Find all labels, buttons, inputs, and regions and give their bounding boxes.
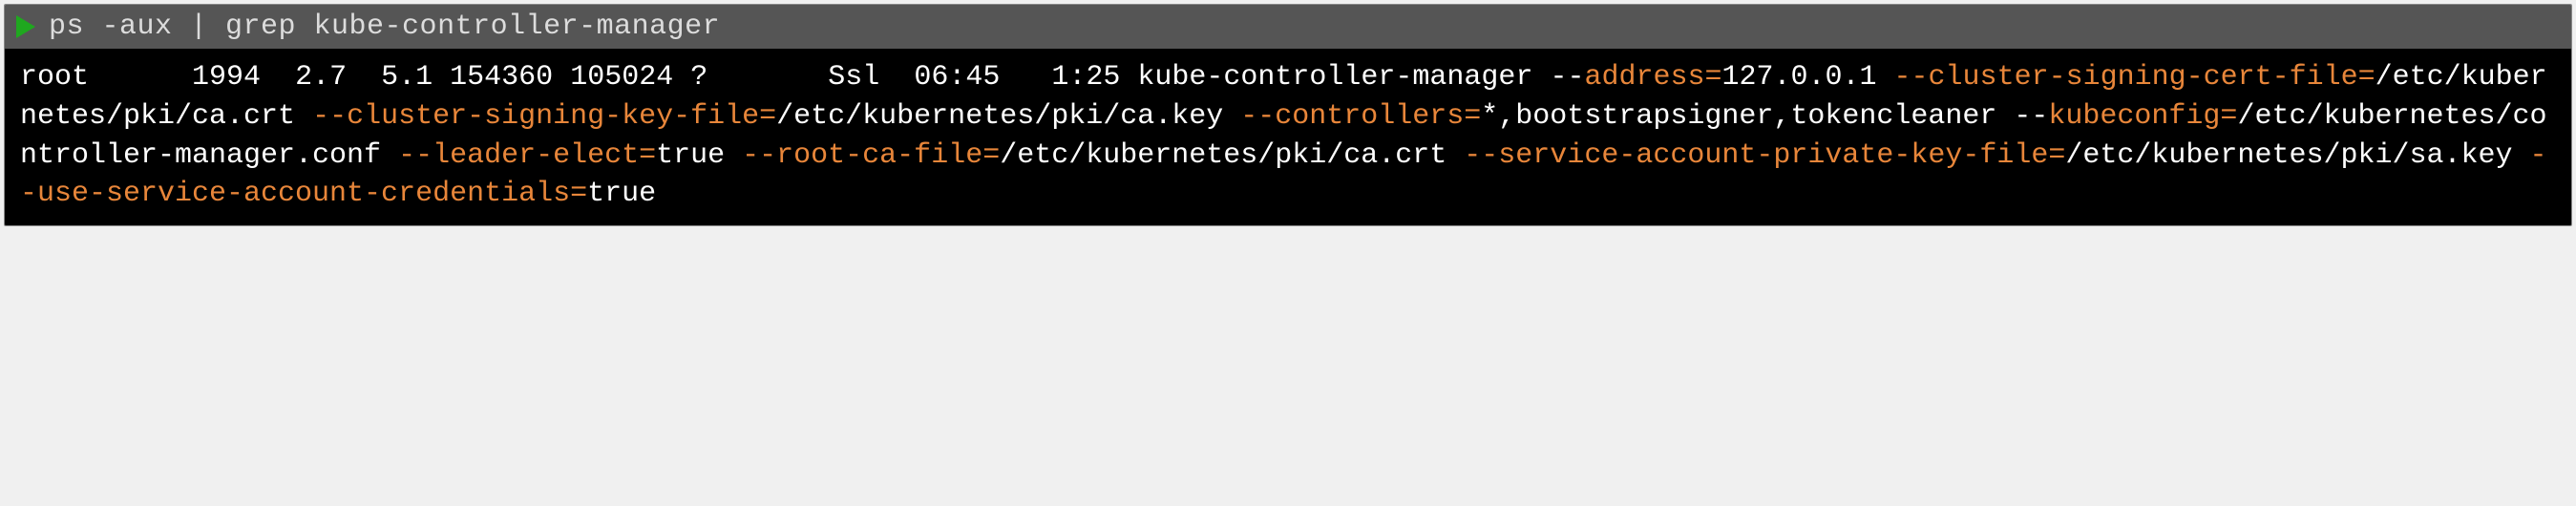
ps-mem: 5.1: [381, 61, 433, 94]
spacer: [553, 61, 570, 94]
spacer: [1000, 61, 1051, 94]
sep-space: [1877, 61, 1894, 94]
flag-cluster-signing-cert-key: --cluster-signing-cert-file=: [1894, 61, 2375, 94]
flag-cluster-signing-key-val: /etc/kubernetes/pki/ca.key: [776, 100, 1223, 133]
flag-use-sa-creds-val: true: [587, 178, 656, 210]
sep-space: [381, 139, 398, 172]
ps-start: 06:45: [914, 61, 1000, 94]
spacer: [673, 61, 690, 94]
flag-sa-priv-key-val: /etc/kubernetes/pki/sa.key: [2065, 139, 2512, 172]
sep-space: [1446, 139, 1464, 172]
flag-root-ca-val: /etc/kubernetes/pki/ca.crt: [1000, 139, 1446, 172]
ps-time: 1:25: [1051, 61, 1120, 94]
flag-address-key: address=: [1584, 61, 1721, 94]
spacer: [879, 61, 914, 94]
ps-cpu: 2.7: [295, 61, 347, 94]
ps-cmd: kube-controller-manager: [1137, 61, 1532, 94]
spacer: [433, 61, 450, 94]
spacer: [89, 61, 192, 94]
sep-space: [295, 100, 312, 133]
sep-space: [2512, 139, 2529, 172]
flag-sa-priv-key-key: --service-account-private-key-file=: [1464, 139, 2065, 172]
ps-rss: 105024: [570, 61, 673, 94]
ps-pid: 1994: [192, 61, 261, 94]
flag-address-val: 127.0.0.1: [1722, 61, 1877, 94]
ps-vsz: 154360: [450, 61, 553, 94]
flag-controllers-key: --controllers=: [1240, 100, 1481, 133]
spacer: [347, 61, 381, 94]
flag-cluster-signing-key-key: --cluster-signing-key-file=: [312, 100, 776, 133]
command-text: ps -aux | grep kube-controller-manager: [49, 11, 720, 43]
flag-controllers-val: *,bootstrapsigner,tokencleaner: [1481, 100, 1996, 133]
spacer: [1120, 61, 1137, 94]
sep-space: [725, 139, 742, 172]
spacer: [707, 61, 828, 94]
ps-tty: ?: [690, 61, 707, 94]
flag-leader-elect-val: true: [656, 139, 725, 172]
flag-kubeconfig-key: kubeconfig=: [2048, 100, 2237, 133]
ps-stat: Ssl: [828, 61, 879, 94]
flag-leader-elect-key: --leader-elect=: [398, 139, 656, 172]
terminal-window: ps -aux | grep kube-controller-manager r…: [4, 4, 2572, 226]
sep-space: [1223, 100, 1240, 133]
flag-root-ca-key: --root-ca-file=: [742, 139, 1000, 172]
title-bar: ps -aux | grep kube-controller-manager: [5, 5, 2571, 49]
ps-user: root: [20, 61, 89, 94]
play-icon: [16, 15, 35, 38]
spacer: [261, 61, 295, 94]
sep-dashdash: --: [1532, 61, 1584, 94]
terminal-output: root 1994 2.7 5.1 154360 105024 ? Ssl 06…: [5, 49, 2571, 225]
sep-dashdash: --: [1996, 100, 2048, 133]
